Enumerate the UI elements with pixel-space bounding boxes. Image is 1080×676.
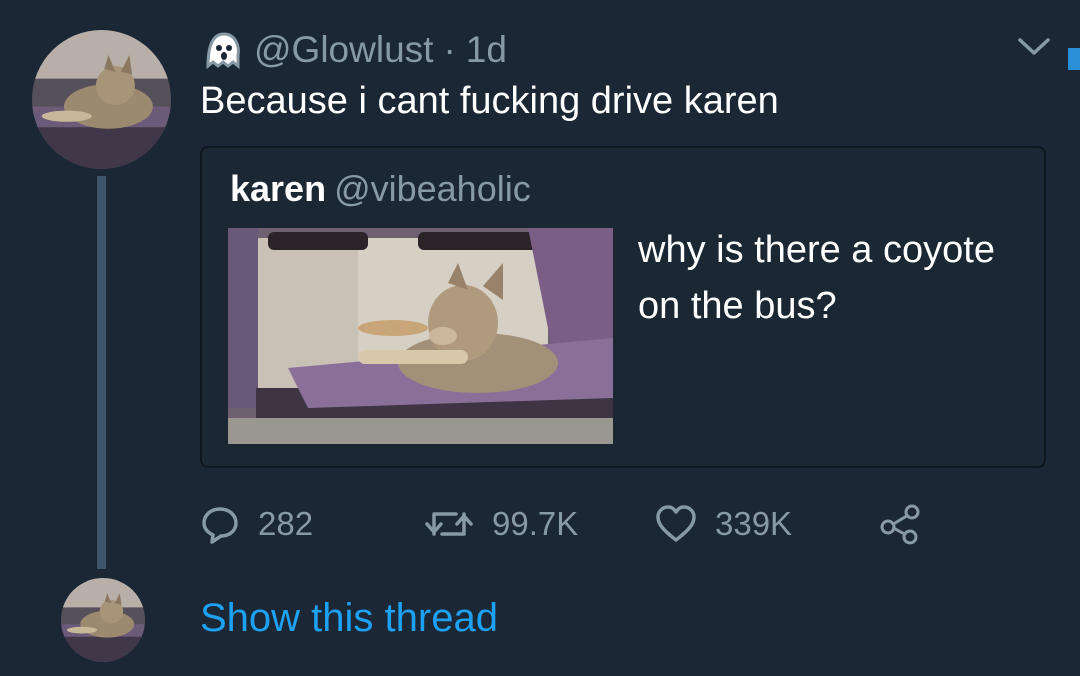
quoted-tweet-image[interactable] [228,228,613,444]
like-button[interactable]: 339K [655,500,792,548]
author-handle[interactable]: @Glowlust [254,29,433,71]
retweet-icon [425,512,473,536]
retweet-count: 99.7K [492,505,579,542]
quoted-tweet-card[interactable]: karen @vibeaholic why is there a coyote o… [200,146,1046,468]
quoted-tweet-text: why is there a coyote on the bus? [638,229,995,327]
retweet-button[interactable]: 99.7K [424,500,578,548]
tweet-timestamp[interactable]: 1d [466,29,507,71]
tweet-header: @Glowlust · 1d [200,28,507,72]
thread-author-avatar[interactable] [61,578,145,662]
author-avatar[interactable] [32,30,171,169]
show-thread-link[interactable]: Show this thread [200,596,498,641]
thread-connector-line [97,176,106,569]
like-count: 339K [715,505,793,542]
quoted-author-name: karen [230,168,327,209]
share-button[interactable] [878,500,922,548]
reply-count: 282 [258,505,314,542]
separator-dot: · [443,29,456,70]
tweet-text: Because i cant fucking drive karen [200,80,779,122]
ghost-icon [206,32,240,70]
share-icon [880,504,920,545]
chevron-down-icon[interactable] [1016,36,1052,58]
heart-icon [656,505,696,542]
scroll-indicator [1068,48,1080,70]
reply-button[interactable]: 282 [200,500,313,548]
reply-icon [202,507,238,544]
quoted-tweet-header: karen @vibeaholic [230,168,531,210]
quoted-author-handle: @vibeaholic [334,168,531,209]
